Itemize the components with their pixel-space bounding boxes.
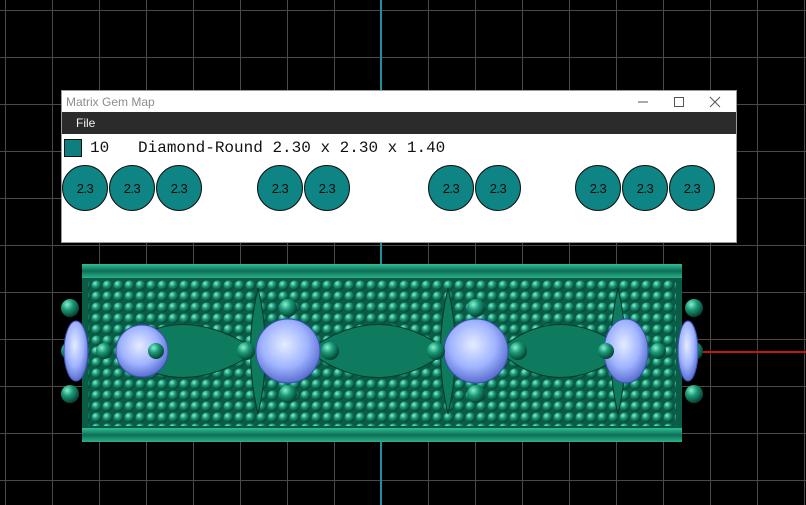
gem-color-swatch[interactable]: [64, 139, 82, 157]
gem-stone[interactable]: 2.3: [622, 165, 668, 211]
ring-top-rail: [82, 264, 682, 278]
gem-description: Diamond-Round 2.30 x 2.30 x 1.40: [138, 139, 446, 157]
gem-stone[interactable]: 2.3: [428, 165, 474, 211]
window-title: Matrix Gem Map: [66, 94, 155, 109]
gem-stone[interactable]: 2.3: [669, 165, 715, 211]
gem-map-window[interactable]: Matrix Gem Map File 10 Diamond-Round 2.3…: [61, 90, 737, 243]
gem-stone[interactable]: 2.3: [109, 165, 155, 211]
close-icon: [709, 96, 721, 107]
gem-stone[interactable]: 2.3: [257, 165, 303, 211]
gem-stone[interactable]: 2.3: [304, 165, 350, 211]
menu-bar: File: [62, 112, 736, 134]
ring-render[interactable]: [58, 258, 708, 448]
gem-stone[interactable]: 2.3: [156, 165, 202, 211]
maximize-icon: [674, 96, 684, 107]
ring-bottom-rail: [82, 428, 682, 442]
minimize-button[interactable]: [625, 91, 661, 112]
window-titlebar[interactable]: Matrix Gem Map: [62, 91, 736, 112]
gem-group-header[interactable]: 10 Diamond-Round 2.30 x 2.30 x 1.40: [64, 138, 445, 158]
gem-stone[interactable]: 2.3: [575, 165, 621, 211]
minimize-icon: [638, 101, 648, 102]
close-button[interactable]: [697, 91, 733, 112]
gem-count: 10: [90, 139, 110, 157]
menu-file[interactable]: File: [62, 116, 95, 130]
gem-stone[interactable]: 2.3: [475, 165, 521, 211]
maximize-button[interactable]: [661, 91, 697, 112]
cad-viewport[interactable]: [0, 0, 806, 505]
gem-stone[interactable]: 2.3: [62, 165, 108, 211]
